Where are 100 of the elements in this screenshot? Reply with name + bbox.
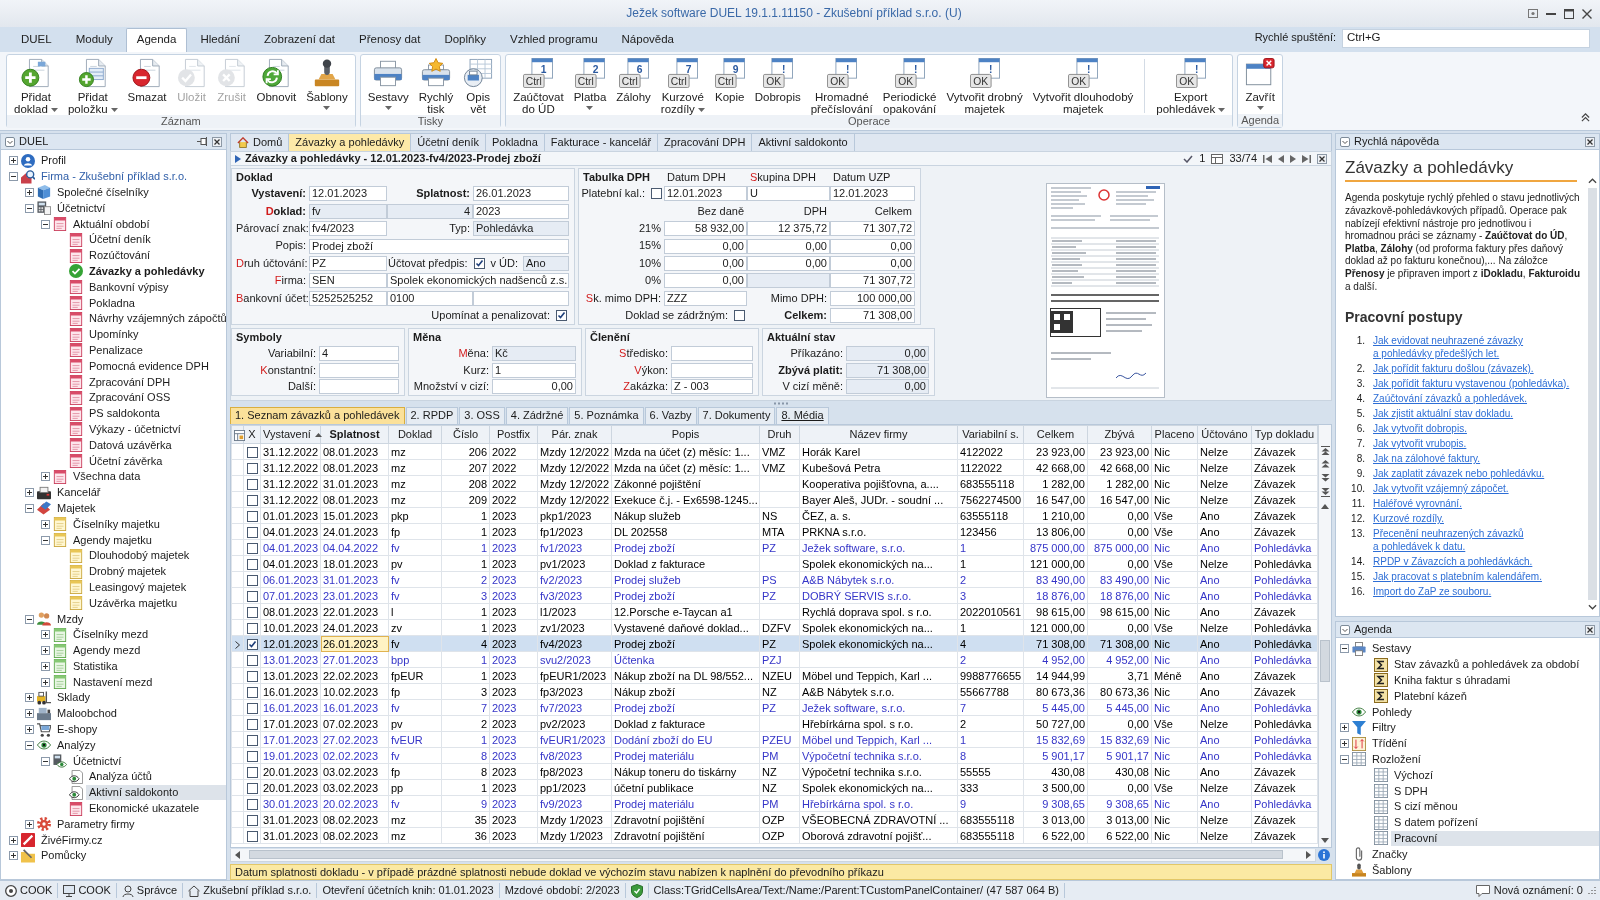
tree-item[interactable]: Profil xyxy=(38,153,226,169)
tree-item[interactable]: Platební kázeň xyxy=(1391,688,1599,704)
table-row[interactable]: 31.12.2022 08.01.2023 mz 206 2022 Mzdy 12/2022 Mzda na účet (z) měsíc: 1... VMZ Horák Karel 4122022 23 923,00 23 923,00 Nic Nelze Závazek xyxy=(231,443,1318,460)
ribbon-button[interactable]: ! OK Periodické opakování xyxy=(877,57,942,115)
help-link[interactable]: Jak pracovat s platebním kalendářem. xyxy=(1373,569,1542,583)
collapse-icon[interactable] xyxy=(1340,644,1349,654)
help-link[interactable]: Jak na zálohové faktury. xyxy=(1373,451,1481,465)
expand-icon[interactable] xyxy=(9,851,18,861)
checkbox[interactable] xyxy=(246,799,258,811)
input-field[interactable]: 0,00 xyxy=(664,273,747,289)
column-header[interactable]: Typ dokladu xyxy=(1251,425,1318,444)
help-link[interactable]: RPDP v Závazcích a pohledávkách. xyxy=(1373,554,1533,568)
input-field[interactable]: 0,00 xyxy=(747,255,830,271)
menu-tab[interactable]: Moduly xyxy=(64,28,124,52)
input-field[interactable]: fv xyxy=(309,203,387,219)
tree-item[interactable]: Návrhy vzájemných zápočtů xyxy=(86,311,230,327)
column-header[interactable]: Název firmy xyxy=(799,425,958,444)
help-link[interactable]: Jak vytvořit dobropis. xyxy=(1373,421,1467,435)
input-field[interactable] xyxy=(319,379,399,395)
ribbon-button[interactable]: Opis vět xyxy=(458,57,499,115)
input-field[interactable]: 0,00 xyxy=(664,238,747,254)
tree-item[interactable]: Účetnictví xyxy=(70,753,226,769)
checkbox[interactable] xyxy=(246,511,258,523)
scroll-thumb[interactable] xyxy=(249,850,1283,859)
input-field[interactable] xyxy=(671,346,753,362)
table-row[interactable]: 31.01.2023 08.02.2023 mz 35 2023 Mzdy 1/2023 Zdravotní pojištění OZP VŠEOBECNÁ ZDRAVOTNÍ ... 683555118 3 013,00 3 013,00 Nic Nelze Závazek xyxy=(231,811,1318,828)
input-field[interactable]: 0,00 xyxy=(747,238,830,254)
ribbon-button[interactable]: Šablony xyxy=(301,57,353,110)
checkbox[interactable] xyxy=(246,607,258,619)
column-header[interactable]: Variabilní s. xyxy=(957,425,1024,444)
tree-item[interactable]: Pomocná evidence DPH xyxy=(86,358,226,374)
tree-item[interactable]: Číselníky majetku xyxy=(70,516,226,532)
menu-tab[interactable]: Přenosy dat xyxy=(348,28,432,52)
expand-icon[interactable] xyxy=(9,835,18,845)
input-field[interactable] xyxy=(747,273,830,289)
tree-item[interactable]: Značky xyxy=(1369,846,1599,862)
checkbox[interactable] xyxy=(246,767,258,779)
input-field[interactable]: 0,00 xyxy=(830,255,915,271)
expand-icon[interactable] xyxy=(41,630,50,640)
expand-icon[interactable] xyxy=(25,819,34,829)
tree-item[interactable]: Zpracování OSS xyxy=(86,390,226,406)
ribbon-button[interactable]: 6 Ctrl Zálohy xyxy=(611,57,656,103)
tree-item[interactable]: Agendy majetku xyxy=(70,532,226,548)
column-header[interactable]: Postfix xyxy=(489,425,538,444)
tree-item[interactable]: Aktuální období xyxy=(70,216,226,232)
checkbox[interactable] xyxy=(246,783,258,795)
tree-item[interactable]: Zpracování DPH xyxy=(86,374,226,390)
expand-icon[interactable] xyxy=(1340,723,1349,733)
detail-tab[interactable]: 3. OSS xyxy=(459,407,505,425)
expand-icon[interactable] xyxy=(41,646,50,656)
help-link[interactable]: Jak pořídit fakturu došlou (závazek). xyxy=(1373,361,1534,375)
tree-item[interactable]: Pomůcky xyxy=(38,848,226,864)
checkbox[interactable] xyxy=(246,463,258,475)
collapse-icon[interactable] xyxy=(9,172,18,182)
help-link[interactable]: Haléřové vyrovnání. xyxy=(1373,496,1462,510)
tree-item[interactable]: Závazky a pohledávky xyxy=(86,263,226,279)
input-field[interactable]: Z - 003 xyxy=(671,379,753,395)
table-row[interactable]: 12.01.2023 26.01.2023 fv 4 2023 fv4/2023 Prodej zboží PZ Spolek ekonomických na... 4 71 308,00 71 308,00 Nic Ano Pohledávka xyxy=(231,635,1318,652)
input-field[interactable]: SEN xyxy=(309,273,387,289)
scroll-left-icon[interactable] xyxy=(235,850,240,859)
detail-tab[interactable]: 7. Dokumenty xyxy=(697,407,776,425)
collapse-icon[interactable] xyxy=(25,740,34,750)
tree-item[interactable]: Parametry firmy xyxy=(54,816,226,832)
expand-icon[interactable] xyxy=(25,725,34,735)
tree-item[interactable]: Datová uzávěrka xyxy=(86,437,226,453)
input-field[interactable] xyxy=(473,290,569,306)
checkbox[interactable] xyxy=(246,639,258,651)
input-field[interactable]: 12.01.2023 xyxy=(830,186,915,202)
menu-tab[interactable]: Zobrazení dat xyxy=(253,28,347,52)
ribbon-button[interactable]: 9 Ctrl Kopie xyxy=(709,57,750,103)
tree-item[interactable]: Společné číselníky xyxy=(54,185,226,200)
ribbon-button[interactable]: Přidat doklad xyxy=(9,57,63,115)
tree-item[interactable]: Ekonomické ukazatele xyxy=(86,801,226,817)
checkbox[interactable] xyxy=(246,815,258,827)
help-link[interactable]: Jak zjistit aktuální stav dokladu. xyxy=(1373,406,1514,420)
checkbox[interactable] xyxy=(246,671,258,683)
tree-item[interactable]: Uzávěrka majetku xyxy=(86,595,226,611)
close-icon[interactable] xyxy=(1317,153,1327,164)
detail-tab[interactable]: 5. Poznámka xyxy=(569,407,644,425)
input-field[interactable]: Kč xyxy=(492,346,576,362)
tree-item[interactable]: Firma - Zkušební příklad s.r.o. xyxy=(38,169,226,185)
table-row[interactable]: 31.12.2022 08.01.2023 mz 209 2022 Mzdy 12/2022 Exekuce č.j. - Ex6598-1245... Bayer Aleš, JUDr. - soudní ... 7562274500 16 547,00 16 547,00 Nic Nelze Závazek xyxy=(231,491,1318,508)
menu-tab[interactable]: Nápověda xyxy=(610,28,685,52)
ribbon-button[interactable]: 1 Ctrl Zaúčtovat do ÚD xyxy=(508,57,569,115)
input-field[interactable]: 0,00 xyxy=(492,379,576,395)
help-link[interactable]: Jak zaplatit závazek nebo pohledávku. xyxy=(1373,466,1545,480)
detail-tab[interactable]: 2. RPDP xyxy=(405,407,459,425)
table-row[interactable]: 06.01.2023 31.01.2023 fv 2 2023 fv2/2023 Prodej služeb PS A&B Nábytek s.r.o. 2 83 490,00 83 490,00 Nic Ano Pohledávka xyxy=(231,571,1318,588)
help-link[interactable]: Jak vytvořit vzájemný zápočet. xyxy=(1373,481,1509,495)
menu-tab[interactable]: Doplňky xyxy=(433,28,497,52)
column-header[interactable]: Celkem xyxy=(1023,425,1088,444)
scroll-down-icon[interactable] xyxy=(1587,604,1597,610)
tree-item[interactable]: Výchozí xyxy=(1391,767,1599,783)
expand-icon[interactable] xyxy=(25,693,34,703)
checkbox[interactable] xyxy=(246,559,258,571)
tree-item[interactable]: Účetní závěrka xyxy=(86,453,226,469)
tree-item[interactable]: Stav závazků a pohledávek za období xyxy=(1391,657,1599,673)
table-row[interactable]: 10.01.2023 24.01.2023 zv 1 2023 zv1/2023 Vystavené daňové doklad... DZFV Spolek ekonomických na... 1 121 000,00 0,00 Vše Nelze Pohledávka xyxy=(231,619,1318,636)
table-row[interactable]: 13.01.2023 27.01.2023 bpp 1 2023 svu2/2023 Účtenka PZJ 2 4 952,00 4 952,00 Nic Ano Pohledávka xyxy=(231,651,1318,668)
input-field[interactable]: 1 xyxy=(492,362,576,378)
